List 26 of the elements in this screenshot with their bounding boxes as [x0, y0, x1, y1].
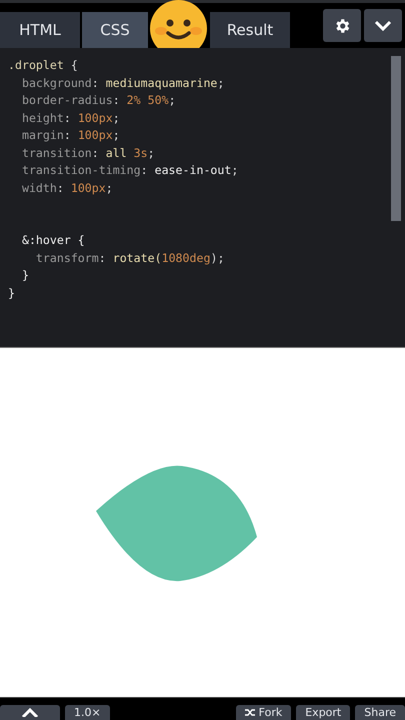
expand-button[interactable] — [0, 705, 60, 720]
code-line: background: mediumaquamarine; — [20, 74, 226, 92]
code-line: transition-timing: ease-in-out; — [20, 162, 240, 179]
code-line: &:hover { — [20, 232, 86, 249]
action-button[interactable]: Share — [355, 705, 405, 720]
tab[interactable]: CSS — [82, 12, 148, 48]
action-button[interactable]: Export — [296, 705, 350, 720]
code-line: .droplet { — [8, 57, 79, 74]
code-line: transition: all 3s; — [20, 144, 156, 162]
fork-button[interactable]: Fork — [236, 705, 292, 720]
code-line: margin: 100px; — [20, 127, 121, 144]
dropdown-button[interactable] — [364, 9, 402, 42]
code-line: border-radius: 2% 50%; — [20, 92, 177, 109]
scrollbar[interactable] — [391, 56, 401, 221]
code-line: } — [8, 284, 16, 302]
shuffle-icon — [244, 708, 256, 717]
code-line: } — [20, 267, 30, 284]
settings-button[interactable] — [323, 9, 361, 42]
tab[interactable]: Result — [210, 12, 290, 48]
chevron-up-icon — [21, 708, 39, 717]
chevron-down-icon — [374, 20, 392, 32]
code-line: width: 100px; — [20, 180, 114, 196]
tab[interactable]: HTML — [0, 12, 80, 48]
code-line: height: 100px; — [20, 110, 121, 126]
code-line: transform: rotate(1080deg); — [34, 250, 226, 266]
zoom-button[interactable]: 1.0× — [65, 705, 110, 720]
